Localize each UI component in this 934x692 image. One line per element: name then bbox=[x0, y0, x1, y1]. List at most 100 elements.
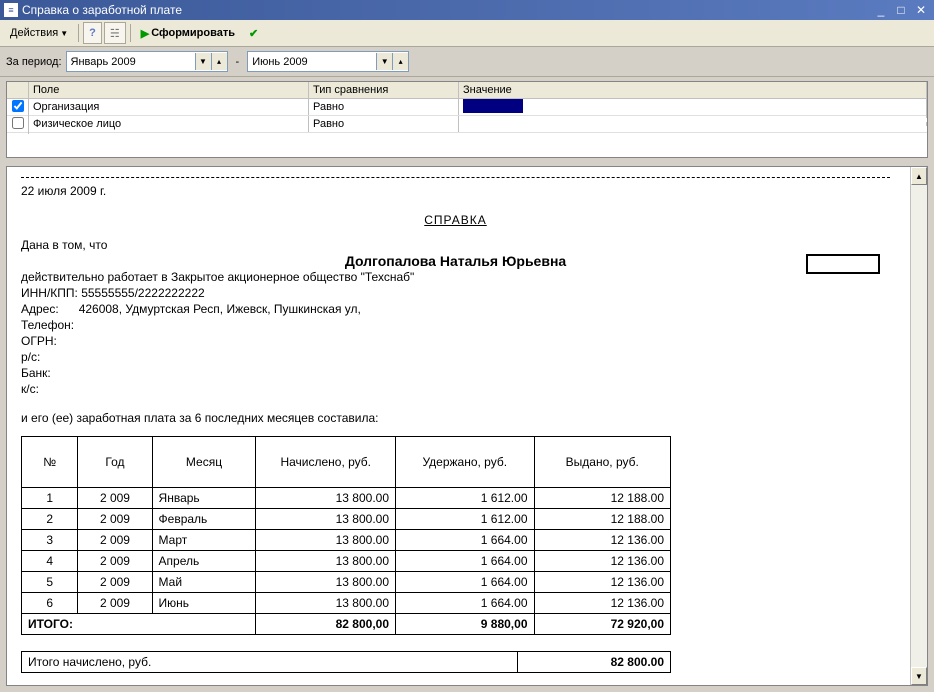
cell-acc: 13 800.00 bbox=[256, 530, 396, 551]
play-icon: ▶ bbox=[141, 27, 149, 40]
period-to-input[interactable] bbox=[248, 53, 376, 70]
cell-month: Февраль bbox=[152, 509, 256, 530]
cell-n: 4 bbox=[22, 551, 78, 572]
filter-header-field: Поле bbox=[29, 82, 309, 98]
cell-paid: 12 188.00 bbox=[534, 488, 671, 509]
chevron-down-icon: ▼ bbox=[60, 29, 68, 38]
cell-month: Январь bbox=[152, 488, 256, 509]
cell-n: 6 bbox=[22, 593, 78, 614]
table-header-row: № Год Месяц Начислено, руб. Удержано, ру… bbox=[22, 437, 671, 488]
scroll-up-button[interactable]: ▲ bbox=[911, 167, 927, 185]
report-title: СПРАВКА bbox=[21, 213, 890, 228]
apply-button[interactable]: ✔ bbox=[243, 23, 264, 43]
th-n: № bbox=[22, 437, 78, 488]
total-hold: 9 880,00 bbox=[396, 614, 535, 635]
filter-cmp: Равно bbox=[309, 116, 459, 132]
cell-hold: 1 664.00 bbox=[396, 551, 535, 572]
actions-label: Действия bbox=[10, 27, 58, 39]
actions-menu[interactable]: Действия ▼ bbox=[4, 23, 74, 43]
scroll-track[interactable] bbox=[911, 185, 927, 667]
cell-paid: 12 136.00 bbox=[534, 530, 671, 551]
stepper-icon[interactable]: ▴ bbox=[211, 53, 227, 70]
help-icon: ? bbox=[89, 27, 96, 39]
th-month: Месяц bbox=[152, 437, 256, 488]
stepper-icon[interactable]: ▴ bbox=[392, 53, 408, 70]
th-acc: Начислено, руб. bbox=[256, 437, 396, 488]
cell-year: 2 009 bbox=[78, 530, 152, 551]
cell-acc: 13 800.00 bbox=[256, 593, 396, 614]
summary-table: Итого начислено, руб. 82 800.00 bbox=[21, 651, 671, 673]
cell-acc: 13 800.00 bbox=[256, 551, 396, 572]
chevron-down-icon[interactable]: ▼ bbox=[376, 53, 392, 70]
report-date: 22 июля 2009 г. bbox=[21, 184, 890, 199]
filter-header-check bbox=[7, 82, 29, 98]
filter-field: Физическое лицо bbox=[29, 116, 309, 132]
scroll-down-button[interactable]: ▼ bbox=[911, 667, 927, 685]
total-acc: 82 800,00 bbox=[256, 614, 396, 635]
vertical-scrollbar[interactable]: ▲ ▼ bbox=[910, 167, 927, 685]
th-hold: Удержано, руб. bbox=[396, 437, 535, 488]
stamp-placeholder bbox=[806, 254, 880, 274]
th-year: Год bbox=[78, 437, 152, 488]
help-button[interactable]: ? bbox=[83, 22, 102, 44]
th-paid: Выдано, руб. bbox=[534, 437, 671, 488]
filter-val[interactable] bbox=[459, 122, 927, 126]
period-label: За период: bbox=[6, 56, 62, 68]
filter-checkbox[interactable] bbox=[12, 117, 24, 129]
report-inn: ИНН/КПП: 55555555/2222222222 bbox=[21, 286, 890, 301]
filter-header-cmp: Тип сравнения bbox=[309, 82, 459, 98]
cell-month: Июнь bbox=[152, 593, 256, 614]
filter-empty-area bbox=[7, 133, 927, 157]
period-from-combo[interactable]: ▼ ▴ bbox=[66, 51, 228, 72]
filter-row[interactable]: Физическое лицоРавно bbox=[7, 116, 927, 133]
report-bank: Банк: bbox=[21, 366, 890, 381]
filter-grid: Поле Тип сравнения Значение ОрганизацияР… bbox=[6, 81, 928, 158]
salary-table: № Год Месяц Начислено, руб. Удержано, ру… bbox=[21, 436, 671, 635]
period-row: За период: ▼ ▴ - ▼ ▴ bbox=[0, 47, 934, 77]
cell-acc: 13 800.00 bbox=[256, 488, 396, 509]
chevron-down-icon[interactable]: ▼ bbox=[195, 53, 211, 70]
period-to-combo[interactable]: ▼ ▴ bbox=[247, 51, 409, 72]
maximize-button[interactable]: □ bbox=[892, 2, 910, 18]
table-row: 32 009Март13 800.001 664.0012 136.00 bbox=[22, 530, 671, 551]
separator bbox=[130, 24, 131, 42]
cell-year: 2 009 bbox=[78, 551, 152, 572]
table-row: 62 009Июнь13 800.001 664.0012 136.00 bbox=[22, 593, 671, 614]
report-ks: к/с: bbox=[21, 382, 890, 397]
total-paid: 72 920,00 bbox=[534, 614, 671, 635]
minimize-button[interactable]: _ bbox=[872, 2, 890, 18]
titlebar: ≡ Справка о заработной плате _ □ ✕ bbox=[0, 0, 934, 20]
report-works: действительно работает в Закрытое акцион… bbox=[21, 270, 890, 285]
close-button[interactable]: ✕ bbox=[912, 2, 930, 18]
settings-button[interactable]: ☵ bbox=[104, 22, 126, 44]
cell-year: 2 009 bbox=[78, 593, 152, 614]
filter-cmp: Равно bbox=[309, 99, 459, 115]
filter-field: Организация bbox=[29, 99, 309, 115]
cell-paid: 12 136.00 bbox=[534, 593, 671, 614]
cell-month: Март bbox=[152, 530, 256, 551]
separator bbox=[78, 24, 79, 42]
generate-label: Сформировать bbox=[151, 27, 235, 39]
cell-year: 2 009 bbox=[78, 572, 152, 593]
filter-checkbox[interactable] bbox=[12, 100, 24, 112]
filter-val[interactable] bbox=[459, 97, 927, 118]
report-rs: р/с: bbox=[21, 350, 890, 365]
cell-year: 2 009 bbox=[78, 488, 152, 509]
cell-month: Май bbox=[152, 572, 256, 593]
period-from-input[interactable] bbox=[67, 53, 195, 70]
cell-paid: 12 136.00 bbox=[534, 551, 671, 572]
summary-row: Итого начислено, руб. 82 800.00 bbox=[22, 652, 671, 673]
report-ogrn: ОГРН: bbox=[21, 334, 890, 349]
report-addr: Адрес: 426008, Удмуртская Респ, Ижевск, … bbox=[21, 302, 890, 317]
cell-hold: 1 612.00 bbox=[396, 488, 535, 509]
cell-acc: 13 800.00 bbox=[256, 509, 396, 530]
report-content: 22 июля 2009 г. СПРАВКА Дана в том, что … bbox=[7, 167, 910, 685]
filter-row[interactable]: ОрганизацияРавно bbox=[7, 99, 927, 116]
table-row: 52 009Май13 800.001 664.0012 136.00 bbox=[22, 572, 671, 593]
table-row: 12 009Январь13 800.001 612.0012 188.00 bbox=[22, 488, 671, 509]
report-person: Долгопалова Наталья Юрьевна bbox=[21, 254, 890, 269]
report-tel: Телефон: bbox=[21, 318, 890, 333]
settings-icon: ☵ bbox=[110, 27, 120, 40]
cell-n: 5 bbox=[22, 572, 78, 593]
generate-button[interactable]: ▶ Сформировать bbox=[135, 23, 241, 43]
